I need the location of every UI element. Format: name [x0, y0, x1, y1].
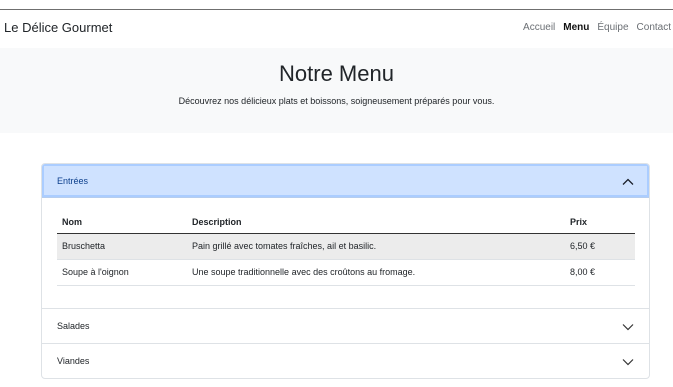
cell-name: Soupe à l'oignon [57, 259, 187, 286]
accordion-label: Entrées [57, 175, 89, 186]
chevron-down-icon [622, 324, 634, 331]
page-title: Notre Menu [279, 61, 394, 86]
column-header-price: Prix [565, 211, 635, 234]
accordion-body-entrees: Nom Description Prix Bruschetta Pain gri… [42, 198, 649, 308]
cell-description: Une soupe traditionnelle avec des croûto… [187, 259, 565, 286]
table-header-row: Nom Description Prix [57, 211, 635, 234]
nav-link-contact[interactable]: Contact [637, 22, 671, 33]
chevron-down-icon [622, 359, 634, 366]
navbar: Le Délice Gourmet Accueil Menu Équipe Co… [0, 10, 673, 48]
column-header-name: Nom [57, 211, 187, 234]
accordion-header-salades[interactable]: Salades [42, 309, 649, 343]
cell-price: 8,00 € [565, 259, 635, 286]
nav-links: Accueil Menu Équipe Contact [523, 22, 671, 33]
accordion-label: Salades [57, 321, 90, 331]
chevron-up-icon [622, 178, 634, 185]
nav-link-accueil[interactable]: Accueil [523, 22, 555, 33]
table-row: Soupe à l'oignon Une soupe traditionnell… [57, 259, 635, 286]
accordion-header-entrees[interactable]: Entrées [42, 164, 649, 198]
nav-link-equipe[interactable]: Équipe [597, 22, 628, 33]
cell-description: Pain grillé avec tomates fraîches, ail e… [187, 233, 565, 260]
table-row: Bruschetta Pain grillé avec tomates fraî… [57, 233, 635, 260]
accordion-label: Viandes [57, 356, 90, 366]
brand-link[interactable]: Le Délice Gourmet [4, 20, 112, 35]
menu-accordion: Entrées Nom Description Prix Bruschetta … [41, 163, 650, 379]
cell-name: Bruschetta [57, 233, 187, 260]
nav-link-menu[interactable]: Menu [563, 22, 589, 33]
cell-price: 6,50 € [565, 233, 635, 260]
page-subtitle: Découvrez nos délicieux plats et boisson… [178, 96, 495, 106]
column-header-description: Description [187, 211, 565, 234]
menu-table: Nom Description Prix Bruschetta Pain gri… [57, 211, 635, 286]
accordion-header-viandes[interactable]: Viandes [42, 344, 649, 378]
hero-section: Notre Menu Découvrez nos délicieux plats… [0, 48, 673, 133]
